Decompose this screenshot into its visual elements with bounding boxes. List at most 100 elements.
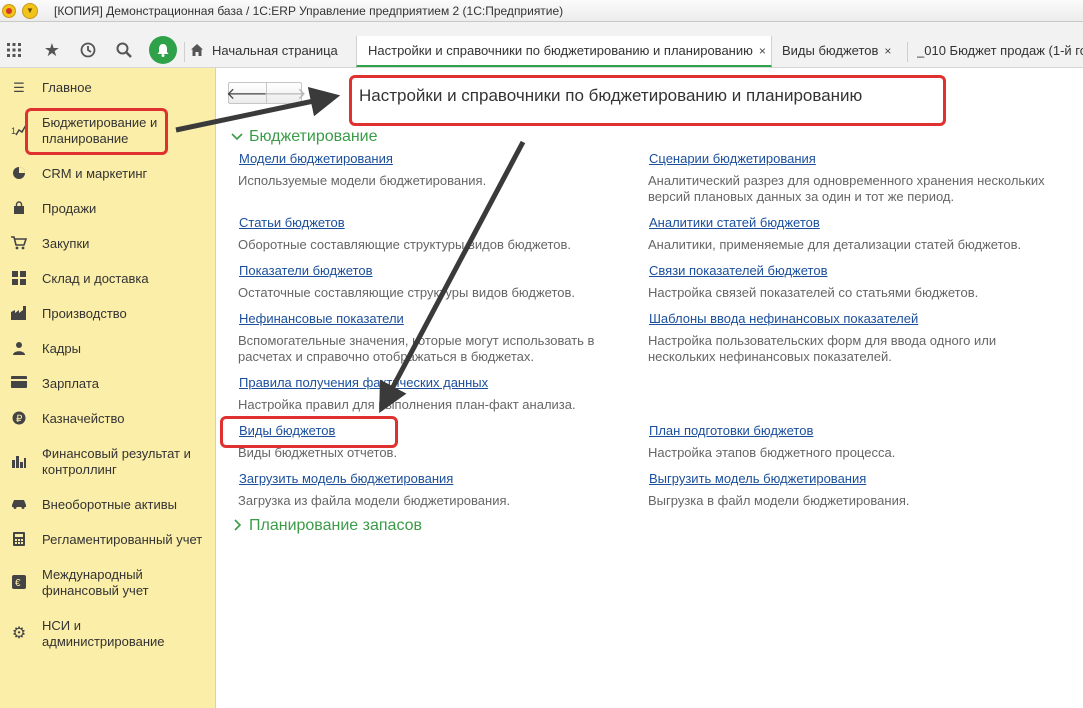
tab-label: Начальная страница	[212, 43, 338, 58]
budget-icon: 1	[11, 122, 27, 138]
sidebar-item-label: НСИ и администрирование	[42, 618, 165, 649]
back-arrow-icon[interactable]: 🡐	[226, 83, 269, 103]
desc-input-templates: Настройка пользовательских форм для ввод…	[648, 333, 997, 364]
tab-sales-budget[interactable]: _010 Бюджет продаж (1-й го	[917, 36, 1083, 67]
desc-load-budget-model: Загрузка из файла модели бюджетирования.	[238, 493, 511, 508]
warehouse-icon	[11, 271, 27, 287]
sidebar-item-label: Регламентированный учет	[42, 532, 203, 547]
bag-icon	[11, 201, 27, 217]
sidebar-item-label: Внеоборотные активы	[42, 497, 178, 512]
page-title: Настройки и справочники по бюджетировани…	[359, 86, 863, 105]
sidebar-item-label: Производство	[42, 306, 127, 321]
svg-text:₽: ₽	[16, 414, 23, 425]
sidebar-item-label: Международный финансовый учет	[42, 567, 149, 598]
sidebar-item-label: Бюджетирование и планирование	[42, 115, 158, 146]
desc-budget-plan: Настройка этапов бюджетного процесса.	[648, 445, 896, 460]
sidebar-item-financial-result[interactable]: Финансовый результат и контроллинг	[0, 445, 216, 481]
desc-actual-data-rules: Настройка правил для выполнения план-фак…	[238, 397, 576, 412]
svg-text:€: €	[15, 578, 21, 589]
link-nonfinancial-indicators[interactable]: Нефинансовые показатели	[239, 311, 404, 326]
tab-budget-types[interactable]: Виды бюджетов ×	[782, 36, 906, 67]
sidebar-item-warehouse[interactable]: Склад и доставка	[0, 270, 216, 290]
link-item-analytics[interactable]: Аналитики статей бюджетов	[649, 215, 820, 230]
svg-text:1: 1	[11, 126, 16, 136]
sidebar-item-production[interactable]: Производство	[0, 305, 216, 325]
link-budget-models[interactable]: Модели бюджетирования	[239, 151, 393, 166]
group-inventory-planning-title[interactable]: Планирование запасов	[249, 517, 422, 535]
desc-budget-items: Оборотные составляющие структуры видов б…	[238, 237, 572, 252]
sidebar-item-budgeting[interactable]: 1 Бюджетирование и планирование	[0, 114, 216, 150]
card-icon	[11, 376, 27, 392]
group-budgeting-title[interactable]: Бюджетирование	[249, 128, 378, 146]
sidebar-item-treasury[interactable]: ₽ Казначейство	[0, 410, 216, 430]
home-icon	[191, 44, 203, 56]
window-title: [КОПИЯ] Демонстрационная база / 1С:ERP У…	[54, 3, 564, 18]
tab-home[interactable]: Начальная страница	[190, 36, 350, 67]
person-icon	[11, 341, 27, 357]
sidebar-item-label: Склад и доставка	[42, 271, 149, 286]
link-budget-types[interactable]: Виды бюджетов	[239, 423, 335, 438]
euro-icon: €	[11, 575, 27, 591]
history-icon[interactable]	[74, 36, 102, 64]
chevron-down-icon[interactable]	[231, 130, 243, 145]
bar-chart-icon	[11, 454, 27, 470]
sidebar-item-international-accounting[interactable]: € Международный финансовый учет	[0, 566, 216, 602]
link-budget-items[interactable]: Статьи бюджетов	[239, 215, 345, 230]
desc-budget-scenarios: Аналитический разрез для одновременного …	[648, 173, 1045, 204]
sidebar-item-main[interactable]: ☰ Главное	[0, 79, 216, 99]
menu-icon: ☰	[13, 80, 25, 95]
tab-label: _010 Бюджет продаж (1-й го	[917, 43, 1083, 58]
desc-budget-models: Используемые модели бюджетирования.	[238, 173, 487, 188]
close-icon[interactable]: ×	[759, 44, 766, 58]
sidebar-item-salary[interactable]: Зарплата	[0, 375, 216, 395]
sidebar-item-label: Закупки	[42, 236, 90, 251]
link-export-budget-model[interactable]: Выгрузить модель бюджетирования	[649, 471, 866, 486]
calculator-icon	[11, 532, 27, 548]
sidebar-item-hr[interactable]: Кадры	[0, 340, 216, 360]
car-icon	[11, 497, 27, 513]
chevron-right-icon[interactable]	[231, 519, 243, 534]
sidebar-item-label: Зарплата	[42, 376, 99, 391]
sidebar-item-fixed-assets[interactable]: Внеоборотные активы	[0, 496, 216, 516]
link-budget-plan[interactable]: План подготовки бюджетов	[649, 423, 813, 438]
sidebar-item-label: Казначейство	[42, 411, 125, 426]
sidebar-item-purchases[interactable]: Закупки	[0, 235, 216, 255]
sidebar-item-crm[interactable]: CRM и маркетинг	[0, 165, 216, 185]
sidebar-item-label: Финансовый результат и контроллинг	[42, 446, 191, 477]
bell-icon[interactable]	[149, 36, 177, 64]
search-icon[interactable]	[110, 36, 138, 64]
sidebar-item-label: CRM и маркетинг	[42, 166, 148, 181]
sidebar-item-regulated-accounting[interactable]: Регламентированный учет	[0, 531, 216, 551]
pie-chart-icon	[11, 166, 27, 182]
desc-nonfinancial-indicators: Вспомогательные значения, которые могут …	[238, 333, 595, 364]
link-budget-indicators[interactable]: Показатели бюджетов	[239, 263, 373, 278]
link-indicator-links[interactable]: Связи показателей бюджетов	[649, 263, 827, 278]
sidebar-item-admin[interactable]: ⚙ НСИ и администрирование	[0, 617, 216, 653]
star-icon[interactable]: ★	[38, 36, 66, 64]
gear-icon: ⚙	[11, 625, 27, 642]
desc-budget-indicators: Остаточные составляющие структуры видов …	[238, 285, 576, 300]
forward-arrow-icon[interactable]: 🡒	[264, 83, 306, 103]
tab-budget-settings[interactable]: Настройки и справочники по бюджетировани…	[356, 36, 772, 67]
tab-separator	[907, 42, 908, 62]
history-nav: 🡐 🡒	[226, 82, 306, 104]
factory-icon	[11, 306, 27, 322]
link-input-templates[interactable]: Шаблоны ввода нефинансовых показателей	[649, 311, 918, 326]
link-load-budget-model[interactable]: Загрузить модель бюджетирования	[239, 471, 453, 486]
desc-indicator-links: Настройка связей показателей со статьями…	[648, 285, 979, 300]
sidebar-item-label: Продажи	[42, 201, 97, 216]
close-icon[interactable]: ×	[884, 44, 891, 58]
sidebar-item-sales[interactable]: Продажи	[0, 200, 216, 220]
link-actual-data-rules[interactable]: Правила получения фактических данных	[239, 375, 488, 390]
tab-separator	[184, 42, 185, 62]
tab-label: Виды бюджетов	[782, 43, 879, 58]
sidebar-item-label: Главное	[42, 80, 92, 95]
apps-icon[interactable]	[0, 36, 28, 64]
desc-export-budget-model: Выгрузка в файл модели бюджетирования.	[648, 493, 910, 508]
desc-item-analytics: Аналитики, применяемые для детализации с…	[648, 237, 1022, 252]
link-budget-scenarios[interactable]: Сценарии бюджетирования	[649, 151, 816, 166]
sidebar-item-label: Кадры	[42, 341, 81, 356]
title-bar: ▼ [КОПИЯ] Демонстрационная база / 1С:ERP…	[0, 0, 1083, 22]
main-menu-icon[interactable]: ▼	[22, 2, 38, 19]
cart-icon	[11, 236, 28, 252]
